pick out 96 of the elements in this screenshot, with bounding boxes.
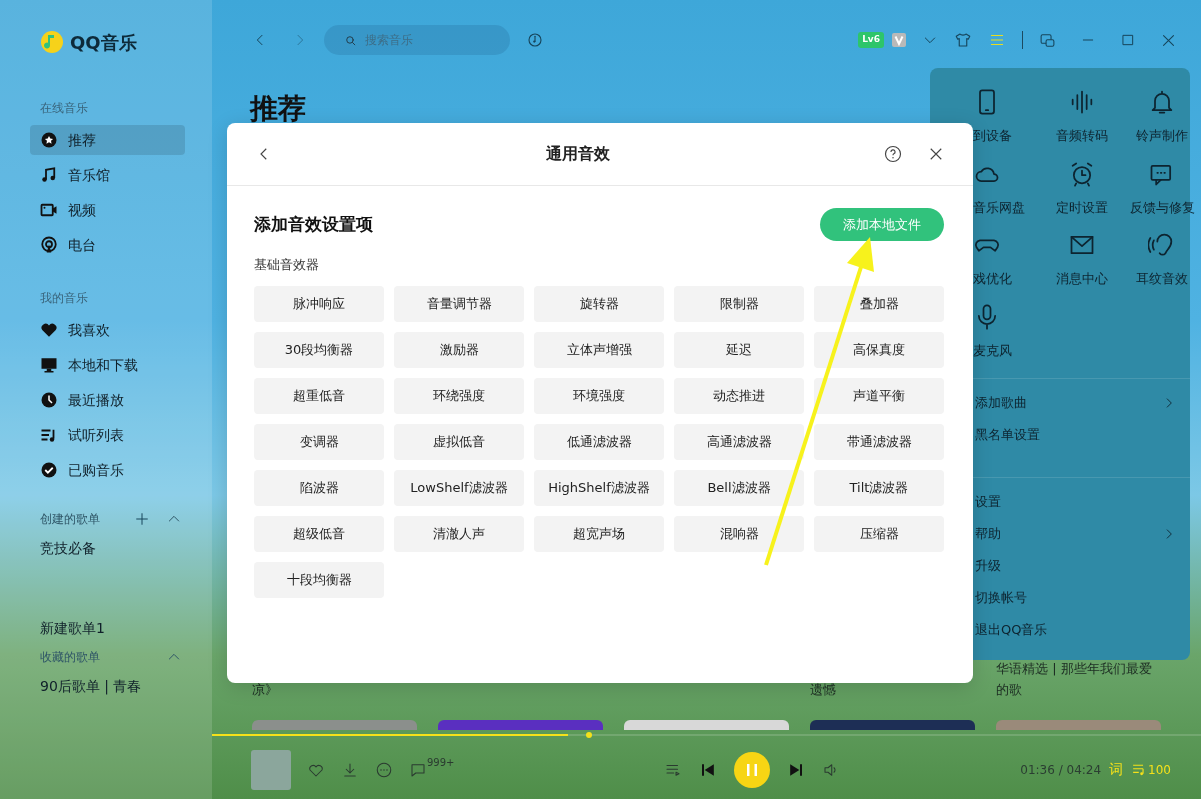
tool-button[interactable]: 音频转码 (1041, 88, 1123, 146)
section-title: 在线音乐 (39, 100, 89, 116)
card-caption[interactable]: 凉》 (252, 679, 417, 700)
effect-option[interactable]: 清澈人声 (394, 515, 524, 552)
effect-option[interactable]: 带通滤波器 (814, 423, 944, 460)
tool-button[interactable]: 耳纹音效 (1123, 231, 1201, 289)
playlist-item[interactable]: 竞技必备 (0, 528, 212, 568)
nav-icon (40, 321, 58, 339)
card-caption[interactable]: 华语精选 | 那些年我们最爱 的歌 (996, 658, 1161, 700)
playlist-item[interactable]: 新建歌单1 (0, 608, 212, 648)
tool-button[interactable]: 戏优化 (973, 231, 1041, 289)
nav-icon (40, 166, 58, 184)
maximize-icon[interactable] (1120, 32, 1136, 48)
nav-icon (40, 356, 58, 374)
effect-option[interactable]: Tilt滤波器 (814, 469, 944, 506)
effect-option[interactable]: 变调器 (254, 423, 384, 460)
effect-option[interactable]: 混响器 (674, 515, 804, 552)
tool-button[interactable]: 消息中心 (1041, 231, 1123, 289)
effect-option[interactable]: 超宽声场 (534, 515, 664, 552)
effect-option[interactable]: 十段均衡器 (254, 561, 384, 598)
section-title: 我的音乐 (39, 290, 89, 306)
tool-button[interactable]: 麦克风 (973, 302, 1041, 360)
effect-option[interactable]: 低通滤波器 (534, 423, 664, 460)
section-heading: 添加音效设置项 (254, 212, 373, 236)
album-cover-placeholder (251, 749, 291, 790)
sidebar-item[interactable]: 最近播放 (30, 385, 185, 415)
tool-button[interactable]: 反馈与修复 (1123, 159, 1201, 217)
tool-button[interactable]: 定时设置 (1041, 159, 1123, 217)
menu-item[interactable]: 退出QQ音乐 (973, 614, 1178, 646)
sidebar-item[interactable]: 音乐馆 (30, 160, 185, 190)
pause-button[interactable] (734, 751, 771, 788)
menu-item[interactable]: 添加歌曲 (973, 387, 1178, 419)
sidebar-item[interactable]: 试听列表 (30, 420, 185, 450)
sidebar-item[interactable]: 推荐 (30, 125, 185, 155)
group-label: 基础音效器 (254, 256, 320, 274)
effect-option[interactable]: 延迟 (674, 331, 804, 368)
sidebar-item[interactable]: 电台 (30, 230, 185, 260)
nav-icon (40, 236, 58, 254)
shirt-icon[interactable] (954, 31, 972, 49)
playlist-item[interactable]: 90后歌单 | 青春 (0, 666, 212, 706)
search-input[interactable]: 搜索音乐 (363, 30, 493, 50)
section-title: 创建的歌单 (40, 511, 101, 528)
effect-option[interactable]: 音量调节器 (394, 285, 524, 322)
sidebar-item[interactable]: 本地和下载 (30, 350, 185, 380)
effect-option[interactable]: 陷波器 (254, 469, 384, 506)
level-badge: Lv6 (858, 32, 884, 48)
menu-item[interactable]: 升级 (973, 550, 1178, 582)
tool-button[interactable]: 铃声制作 (1123, 88, 1201, 146)
help-icon[interactable] (883, 144, 903, 164)
sidebar-item[interactable]: 我喜欢 (30, 315, 185, 345)
effect-option[interactable]: 立体声增强 (534, 331, 664, 368)
effect-option[interactable]: 30段均衡器 (254, 331, 384, 368)
effect-option[interactable]: 压缩器 (814, 515, 944, 552)
menu-item[interactable]: 帮助 (973, 518, 1178, 550)
menu-item[interactable]: 设置 (973, 486, 1178, 518)
effect-option[interactable]: HighShelf滤波器 (534, 469, 664, 506)
sidebar-item[interactable]: 视频 (30, 195, 185, 225)
effect-option[interactable]: 旋转器 (534, 285, 664, 322)
search-icon (344, 33, 357, 47)
app-logo-text: QQ音乐 (70, 30, 137, 55)
search-field[interactable]: 搜索音乐 (324, 25, 510, 55)
page-title: 推荐 (250, 92, 306, 126)
nav-icon (40, 461, 58, 479)
dialog-title: 通用音效 (545, 143, 611, 165)
effect-option[interactable]: 环境强度 (534, 377, 664, 414)
effect-option[interactable]: 限制器 (674, 285, 804, 322)
card-caption[interactable]: 遗憾 (810, 679, 975, 700)
nav-icon (40, 201, 58, 219)
effect-option[interactable]: 虚拟低音 (394, 423, 524, 460)
effect-option[interactable]: 环绕强度 (394, 377, 524, 414)
effect-option[interactable]: 声道平衡 (814, 377, 944, 414)
more-icon[interactable] (375, 760, 393, 779)
mini-mode-icon[interactable] (1039, 31, 1056, 49)
tool-button[interactable]: 音乐网盘 (973, 159, 1041, 217)
playback-time: 01:36 / 04:24 (1020, 761, 1102, 779)
effect-option[interactable]: 激励器 (394, 331, 524, 368)
sidebar-item[interactable]: 已购音乐 (30, 455, 185, 485)
logo-icon (40, 30, 64, 54)
nav-icon (40, 131, 58, 149)
effect-option[interactable]: 超重低音 (254, 377, 384, 414)
nav-icon (40, 391, 58, 409)
effect-option[interactable]: 高通滤波器 (674, 423, 804, 460)
effect-option[interactable]: 脉冲响应 (254, 285, 384, 322)
section-title: 收藏的歌单 (40, 649, 101, 666)
effect-option[interactable]: 高保真度 (814, 331, 944, 368)
effect-option[interactable]: 动态推进 (674, 377, 804, 414)
effect-option[interactable]: Bell滤波器 (674, 469, 804, 506)
progress-thumb[interactable] (586, 732, 593, 738)
effect-option[interactable]: LowShelf滤波器 (394, 469, 524, 506)
tool-button[interactable]: 到设备 (973, 88, 1041, 146)
add-icon[interactable] (134, 511, 150, 527)
effect-option[interactable]: 叠加器 (814, 285, 944, 322)
menu-item[interactable]: 黑名单设置 (973, 419, 1178, 451)
vip-icon[interactable] (892, 33, 906, 47)
effect-option[interactable]: 超级低音 (254, 515, 384, 552)
menu-item[interactable]: 切换帐号 (973, 582, 1178, 614)
